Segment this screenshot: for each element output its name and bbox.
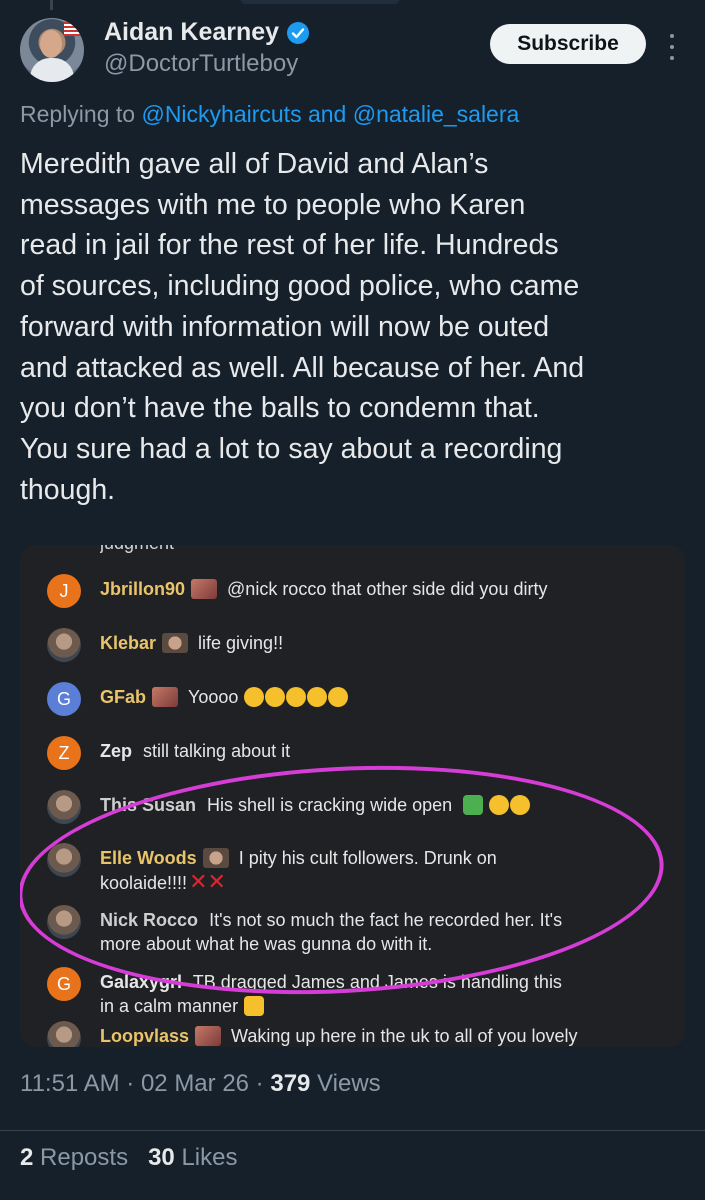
likes-count: 30: [148, 1144, 175, 1171]
subscribe-button[interactable]: Subscribe: [490, 24, 646, 64]
chat-user-avatar: G: [47, 682, 81, 716]
chat-user-avatar: G: [47, 967, 81, 1001]
reposts-stat[interactable]: 2 Reposts: [20, 1144, 128, 1172]
victory-hand-emoji-icon: [244, 996, 265, 1016]
meta-separator: ·: [119, 1070, 141, 1097]
chat-message-body: Yoooo: [188, 687, 239, 707]
likes-stat[interactable]: 30 Likes: [148, 1144, 237, 1172]
chat-username: GFab: [100, 687, 147, 707]
chat-partial-message: judgment: [100, 545, 174, 555]
avatar-face: [40, 30, 62, 58]
reposts-count: 2: [20, 1144, 34, 1171]
reposts-label: Reposts: [33, 1144, 129, 1171]
chat-message-body-cont: in a calm manner: [100, 996, 239, 1016]
chat-user-avatar: J: [47, 574, 81, 608]
chat-badge-icon: [191, 579, 218, 599]
meta-separator: ·: [249, 1070, 271, 1097]
laughing-emoji-icon: [286, 687, 307, 707]
chat-username: Zep: [100, 741, 133, 761]
attached-image[interactable]: judgment J Jbrillon90 @nick rocco that oth…: [20, 545, 685, 1047]
chat-message-text: Zep still talking about it: [100, 739, 660, 763]
chat-badge-icon: [195, 1026, 222, 1046]
chat-message-text: Loopvlass Waking up here in the uk to all…: [100, 1024, 660, 1047]
more-vertical-icon[interactable]: [660, 30, 684, 64]
chat-message-text: GFab Yoooo: [100, 685, 660, 709]
tweet-time[interactable]: 11:51 AM: [20, 1070, 120, 1097]
laughing-emoji-icon: [244, 687, 265, 707]
author-display-name[interactable]: Aidan Kearney: [104, 18, 279, 47]
chat-badge-icon: [152, 687, 179, 707]
verified-badge-icon[interactable]: [287, 21, 310, 44]
reply-mention-link[interactable]: @natalie_salera: [353, 101, 520, 127]
laughing-emoji-icon: [307, 687, 328, 707]
chat-user-avatar: Z: [47, 736, 81, 770]
laughing-emoji-icon: [328, 687, 349, 707]
chat-username: Loopvlass: [100, 1026, 190, 1046]
tweet-body-text: Meredith gave all of David and Alan’s me…: [20, 148, 585, 506]
reply-mention-link[interactable]: @Nickyhaircuts: [141, 101, 301, 127]
author-avatar[interactable]: [20, 18, 84, 82]
tweet-meta: 11:51 AM · 02 Mar 26 · 379 Views: [20, 1070, 381, 1098]
divider: [0, 1130, 705, 1131]
replying-prefix: Replying to: [20, 101, 142, 127]
chat-message-body: Waking up here in the uk to all of you l…: [231, 1026, 578, 1046]
chat-user-avatar: [47, 628, 81, 662]
engagement-stats: 2 Reposts 30 Likes: [20, 1144, 237, 1172]
chat-message-body: @nick rocco that other side did you dirt…: [227, 579, 548, 599]
avatar-shirt: [30, 58, 74, 82]
author-handle[interactable]: @DoctorTurtleboy: [104, 50, 298, 78]
chat-badge-icon: [162, 633, 189, 653]
chat-message-text: Klebar life giving!!: [100, 631, 660, 655]
tweet-header: Aidan Kearney @DoctorTurtleboy Subscribe: [0, 0, 705, 100]
laughing-emoji-icon: [265, 687, 286, 707]
chat-message-body: still talking about it: [143, 741, 291, 761]
chat-username: Klebar: [100, 633, 157, 653]
views-label: Views: [310, 1070, 381, 1097]
chat-message-body: life giving!!: [198, 633, 284, 653]
avatar-flag: [64, 22, 82, 36]
chat-message-text: Jbrillon90 @nick rocco that other side di…: [100, 577, 660, 601]
author-name-row: Aidan Kearney: [104, 18, 310, 47]
tweet-date[interactable]: 02 Mar 26: [141, 1070, 249, 1097]
views-count: 379: [270, 1070, 311, 1097]
replying-to-line: Replying to @Nickyhaircuts and @natalie_…: [20, 101, 519, 128]
reply-and-text: and: [301, 101, 353, 127]
chat-username: Jbrillon90: [100, 579, 186, 599]
chat-user-avatar: [47, 790, 81, 824]
likes-label: Likes: [174, 1144, 238, 1171]
chat-user-avatar: [47, 1021, 81, 1047]
